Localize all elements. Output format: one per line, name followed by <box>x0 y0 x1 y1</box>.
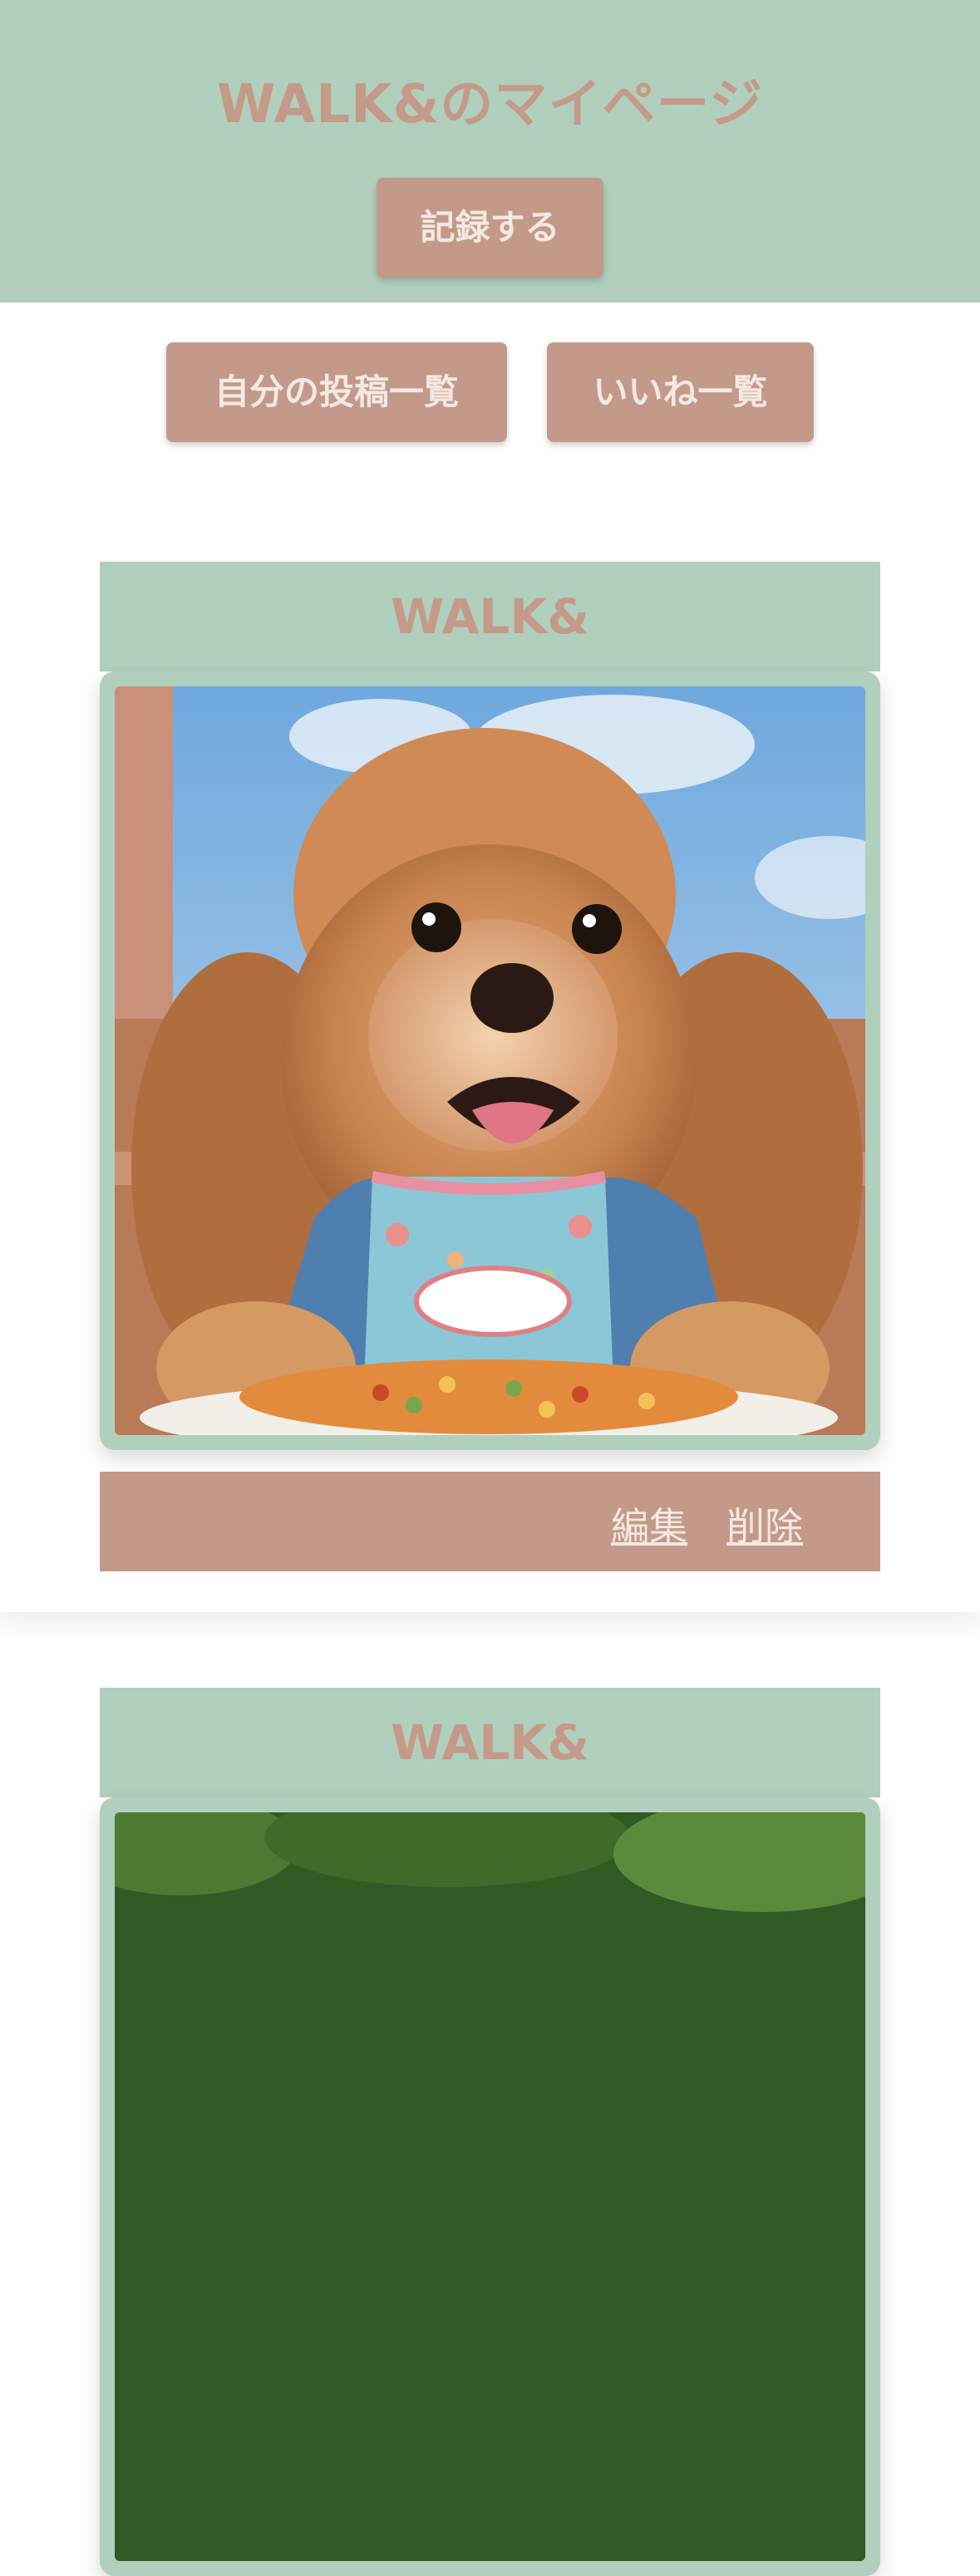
page-title: WALK&のマイページ <box>216 74 764 135</box>
edit-link[interactable]: 編集 <box>611 1497 687 1551</box>
page-header: WALK&のマイページ 記録する <box>0 0 980 302</box>
post-image-frame[interactable] <box>100 1797 880 2576</box>
post-title: WALK& <box>100 562 880 671</box>
post-image-frame[interactable] <box>100 671 880 1450</box>
post-card: WALK& <box>0 1658 980 2576</box>
delete-link[interactable]: 削除 <box>726 1497 803 1551</box>
my-posts-button[interactable]: 自分の投稿一覧 <box>166 342 507 442</box>
post-card: WALK& <box>0 519 980 1612</box>
post-title: WALK& <box>100 1688 880 1797</box>
post-image <box>115 1812 865 2561</box>
record-button[interactable]: 記録する <box>377 178 603 278</box>
post-image <box>115 686 865 1435</box>
post-actions-bar: 編集 削除 <box>100 1472 880 1571</box>
likes-list-button[interactable]: いいね一覧 <box>547 342 814 442</box>
post-feed: WALK& 編集 削除 WALK& <box>0 519 980 2576</box>
